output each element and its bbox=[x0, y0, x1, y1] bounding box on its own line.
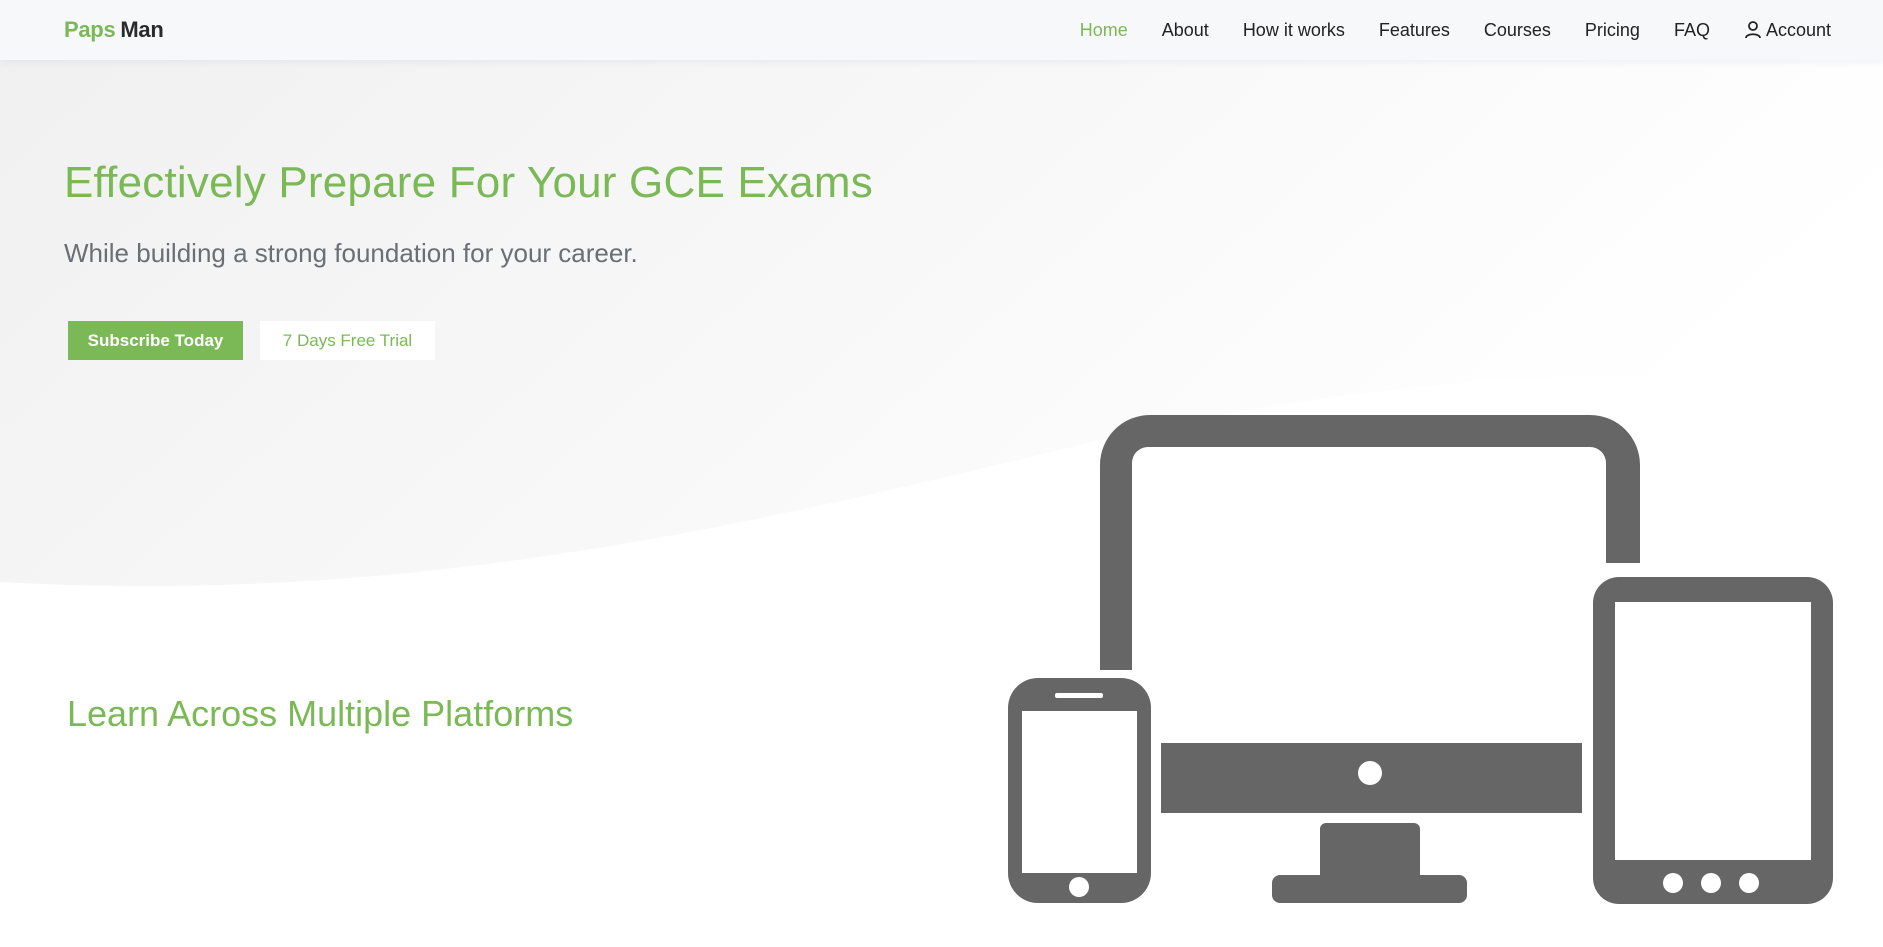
user-icon bbox=[1745, 21, 1761, 39]
hero-subtitle: While building a strong foundation for y… bbox=[64, 238, 638, 268]
platforms-title: Learn Across Multiple Platforms bbox=[67, 693, 574, 734]
free-trial-button[interactable]: 7 Days Free Trial bbox=[260, 321, 435, 360]
nav-link-courses[interactable]: Courses bbox=[1484, 18, 1551, 42]
monitor-power-dot bbox=[1358, 761, 1382, 785]
main-nav: Home About How it works Features Courses… bbox=[1046, 18, 1831, 42]
brand-logo-part2: Man bbox=[120, 17, 164, 42]
nav-link-account[interactable]: Account bbox=[1744, 18, 1831, 42]
tablet-icon bbox=[1593, 577, 1833, 904]
hero-title: Effectively Prepare For Your GCE Exams bbox=[64, 158, 873, 207]
top-navbar: Paps Man Home About How it works Features… bbox=[0, 0, 1883, 60]
brand-logo[interactable]: Paps Man bbox=[64, 17, 164, 43]
nav-link-about[interactable]: About bbox=[1162, 18, 1209, 42]
nav-link-faq[interactable]: FAQ bbox=[1674, 18, 1710, 42]
nav-link-home[interactable]: Home bbox=[1080, 18, 1128, 42]
nav-link-pricing[interactable]: Pricing bbox=[1585, 18, 1640, 42]
phone-icon bbox=[1008, 678, 1151, 903]
brand-logo-part1: Paps bbox=[64, 17, 116, 42]
nav-link-features[interactable]: Features bbox=[1379, 18, 1450, 42]
account-label: Account bbox=[1765, 20, 1831, 40]
nav-link-how-it-works[interactable]: How it works bbox=[1243, 18, 1345, 42]
subscribe-today-button[interactable]: Subscribe Today bbox=[68, 321, 243, 360]
hero-background bbox=[0, 0, 1883, 587]
